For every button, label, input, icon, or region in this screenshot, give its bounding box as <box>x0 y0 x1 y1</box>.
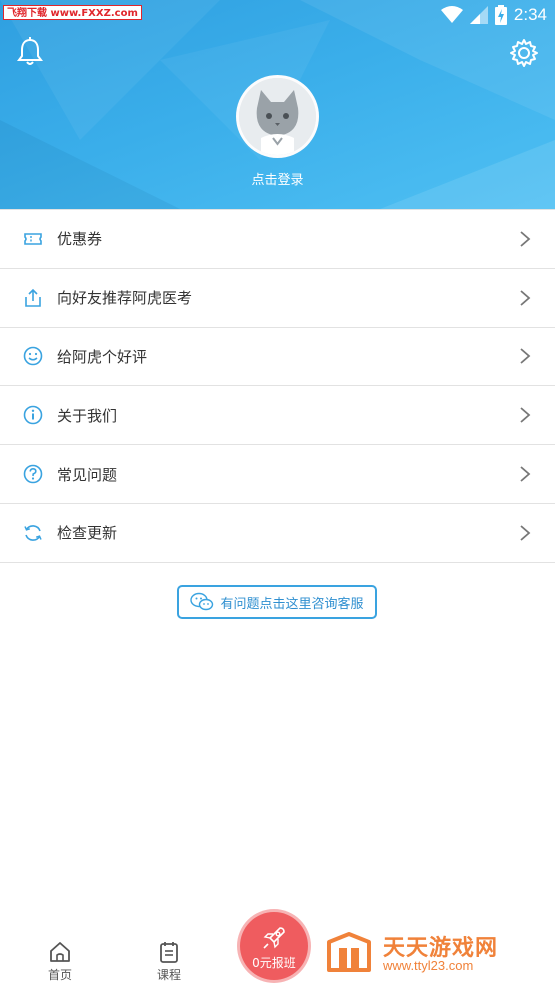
menu-item-label: 优惠券 <box>57 230 103 249</box>
tab-courses[interactable]: 课程 <box>139 928 199 988</box>
chevron-right-icon <box>520 407 531 423</box>
chevron-right-icon <box>520 290 531 306</box>
customer-service-label: 有问题点击这里咨询客服 <box>220 596 364 612</box>
menu-item-faq[interactable]: 常见问题 <box>0 445 555 504</box>
gear-icon[interactable] <box>509 38 539 68</box>
rocket-icon <box>263 927 285 949</box>
share-icon <box>25 288 41 307</box>
menu-item-label: 常见问题 <box>57 465 118 484</box>
question-icon <box>23 464 43 484</box>
menu-item-update[interactable]: 检查更新 <box>0 503 555 563</box>
status-time: 2:34 <box>513 5 547 24</box>
free-signup-label: 0元报班 <box>252 956 296 970</box>
info-icon <box>23 405 43 425</box>
watermark: 飞翔下载 www.FXXZ.com <box>3 5 142 20</box>
profile-header: 飞翔下载 www.FXXZ.com 2:34 点击登录 <box>0 0 555 209</box>
chevron-right-icon <box>520 348 531 365</box>
menu-item-label: 关于我们 <box>57 406 118 425</box>
settings-menu: 优惠券 向好友推荐阿虎医考 给阿虎个好评 关于我们 常见问题 检查更新 <box>0 209 555 563</box>
smile-icon <box>23 347 43 366</box>
signal-icon <box>469 6 488 24</box>
menu-item-label: 检查更新 <box>57 524 118 543</box>
menu-item-rate[interactable]: 给阿虎个好评 <box>0 327 555 387</box>
home-icon <box>50 942 70 962</box>
login-link[interactable]: 点击登录 <box>0 169 555 188</box>
wifi-icon <box>440 6 463 23</box>
chevron-right-icon <box>520 525 531 541</box>
status-bar: 2:34 <box>440 3 547 27</box>
refresh-icon <box>24 525 42 541</box>
cat-avatar-icon <box>239 78 316 155</box>
tab-home[interactable]: 首页 <box>30 928 90 988</box>
courses-icon <box>160 942 178 963</box>
bell-icon[interactable] <box>16 37 44 67</box>
menu-item-label: 给阿虎个好评 <box>57 347 148 366</box>
menu-item-about[interactable]: 关于我们 <box>0 386 555 446</box>
free-signup-button[interactable]: 0元报班 <box>240 912 308 980</box>
customer-service-button[interactable]: 有问题点击这里咨询客服 <box>177 585 377 619</box>
ticket-icon <box>24 233 42 245</box>
menu-item-recommend[interactable]: 向好友推荐阿虎医考 <box>0 268 555 328</box>
menu-item-coupons[interactable]: 优惠券 <box>0 210 555 269</box>
site-logo-watermark: 天天游戏网 www.ttyl23.com <box>325 930 545 978</box>
battery-icon <box>494 5 507 25</box>
avatar[interactable] <box>236 75 319 158</box>
tab-home-label: 首页 <box>47 968 72 982</box>
wechat-icon <box>190 592 214 611</box>
menu-item-label: 向好友推荐阿虎医考 <box>57 289 193 308</box>
tab-courses-label: 课程 <box>156 968 181 982</box>
site-logo-url: www.ttyl23.com <box>383 958 474 973</box>
chevron-right-icon <box>520 231 531 247</box>
site-logo-mark-icon <box>327 932 371 972</box>
chevron-right-icon <box>520 466 531 482</box>
